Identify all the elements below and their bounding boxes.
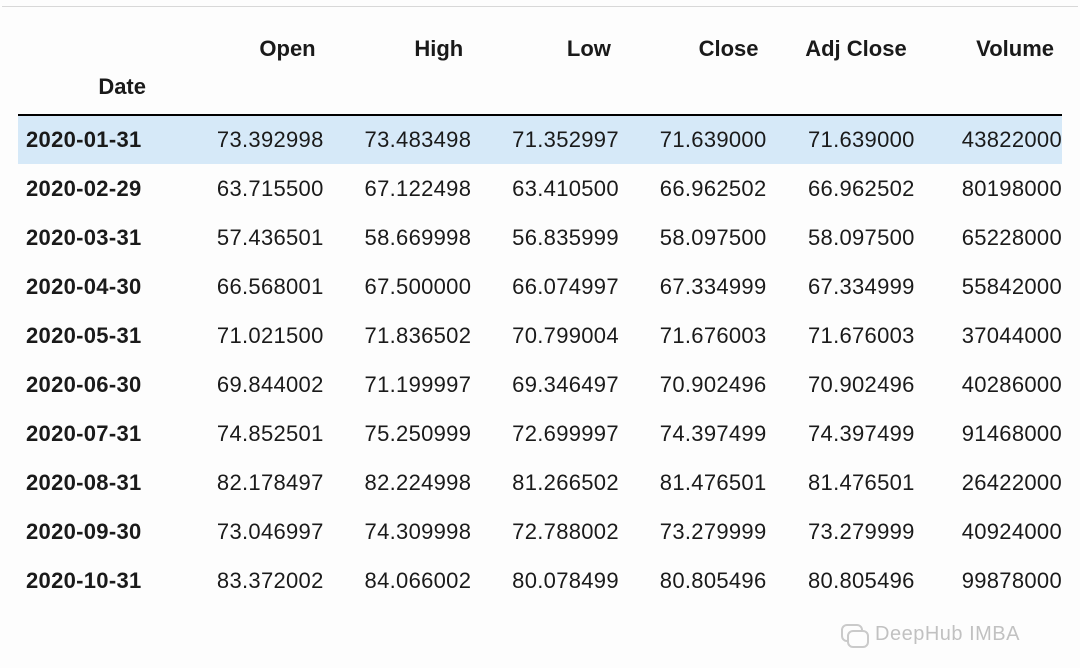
cell-open: 82.178497 bbox=[176, 458, 324, 507]
cell-adj: 81.476501 bbox=[767, 458, 915, 507]
cell-date: 2020-06-30 bbox=[18, 360, 176, 409]
cell-open: 57.436501 bbox=[176, 213, 324, 262]
table-row[interactable]: 2020-05-3171.02150071.83650270.79900471.… bbox=[18, 311, 1062, 360]
cell-high: 67.122498 bbox=[324, 164, 472, 213]
cell-adj: 71.676003 bbox=[767, 311, 915, 360]
table-row[interactable]: 2020-01-3173.39299873.48349871.35299771.… bbox=[18, 115, 1062, 164]
data-table: Date Open High Low Close Adj Close Volum… bbox=[18, 14, 1062, 605]
cell-high: 84.066002 bbox=[324, 556, 472, 605]
cell-open: 74.852501 bbox=[176, 409, 324, 458]
cell-close: 70.902496 bbox=[619, 360, 767, 409]
wechat-icon bbox=[841, 624, 867, 646]
cell-open: 83.372002 bbox=[176, 556, 324, 605]
col-volume: Volume bbox=[915, 14, 1062, 115]
output-top-border bbox=[2, 6, 1078, 7]
table-row[interactable]: 2020-02-2963.71550067.12249863.41050066.… bbox=[18, 164, 1062, 213]
cell-open: 73.046997 bbox=[176, 507, 324, 556]
col-low: Low bbox=[471, 14, 619, 115]
cell-low: 66.074997 bbox=[471, 262, 619, 311]
cell-close: 58.097500 bbox=[619, 213, 767, 262]
cell-adj: 58.097500 bbox=[767, 213, 915, 262]
cell-date: 2020-10-31 bbox=[18, 556, 176, 605]
cell-high: 75.250999 bbox=[324, 409, 472, 458]
cell-high: 58.669998 bbox=[324, 213, 472, 262]
cell-high: 74.309998 bbox=[324, 507, 472, 556]
cell-vol: 55842000 bbox=[915, 262, 1062, 311]
cell-close: 73.279999 bbox=[619, 507, 767, 556]
cell-low: 72.699997 bbox=[471, 409, 619, 458]
col-close: Close bbox=[619, 14, 767, 115]
cell-date: 2020-05-31 bbox=[18, 311, 176, 360]
dataframe-output: Date Open High Low Close Adj Close Volum… bbox=[0, 0, 1080, 668]
cell-vol: 37044000 bbox=[915, 311, 1062, 360]
cell-date: 2020-08-31 bbox=[18, 458, 176, 507]
cell-high: 67.500000 bbox=[324, 262, 472, 311]
table-row[interactable]: 2020-10-3183.37200284.06600280.07849980.… bbox=[18, 556, 1062, 605]
table-row[interactable]: 2020-09-3073.04699774.30999872.78800273.… bbox=[18, 507, 1062, 556]
cell-open: 73.392998 bbox=[176, 115, 324, 164]
cell-low: 70.799004 bbox=[471, 311, 619, 360]
cell-open: 71.021500 bbox=[176, 311, 324, 360]
cell-adj: 71.639000 bbox=[767, 115, 915, 164]
cell-vol: 40286000 bbox=[915, 360, 1062, 409]
cell-adj: 67.334999 bbox=[767, 262, 915, 311]
cell-date: 2020-02-29 bbox=[18, 164, 176, 213]
table-row[interactable]: 2020-08-3182.17849782.22499881.26650281.… bbox=[18, 458, 1062, 507]
cell-close: 71.676003 bbox=[619, 311, 767, 360]
cell-vol: 40924000 bbox=[915, 507, 1062, 556]
cell-open: 63.715500 bbox=[176, 164, 324, 213]
cell-open: 66.568001 bbox=[176, 262, 324, 311]
watermark-text: DeepHub IMBA bbox=[875, 623, 1020, 646]
cell-adj: 66.962502 bbox=[767, 164, 915, 213]
cell-low: 72.788002 bbox=[471, 507, 619, 556]
cell-low: 56.835999 bbox=[471, 213, 619, 262]
cell-high: 71.199997 bbox=[324, 360, 472, 409]
cell-close: 67.334999 bbox=[619, 262, 767, 311]
cell-date: 2020-07-31 bbox=[18, 409, 176, 458]
table-row[interactable]: 2020-03-3157.43650158.66999856.83599958.… bbox=[18, 213, 1062, 262]
col-open: Open bbox=[176, 14, 324, 115]
cell-low: 71.352997 bbox=[471, 115, 619, 164]
cell-low: 80.078499 bbox=[471, 556, 619, 605]
cell-close: 80.805496 bbox=[619, 556, 767, 605]
cell-date: 2020-09-30 bbox=[18, 507, 176, 556]
watermark: DeepHub IMBA bbox=[841, 623, 1020, 646]
cell-close: 74.397499 bbox=[619, 409, 767, 458]
cell-vol: 43822000 bbox=[915, 115, 1062, 164]
cell-adj: 73.279999 bbox=[767, 507, 915, 556]
cell-low: 69.346497 bbox=[471, 360, 619, 409]
index-label: Date bbox=[18, 14, 176, 115]
cell-adj: 80.805496 bbox=[767, 556, 915, 605]
cell-vol: 80198000 bbox=[915, 164, 1062, 213]
cell-vol: 99878000 bbox=[915, 556, 1062, 605]
cell-low: 63.410500 bbox=[471, 164, 619, 213]
table-row[interactable]: 2020-06-3069.84400271.19999769.34649770.… bbox=[18, 360, 1062, 409]
cell-high: 71.836502 bbox=[324, 311, 472, 360]
cell-vol: 91468000 bbox=[915, 409, 1062, 458]
table-body: 2020-01-3173.39299873.48349871.35299771.… bbox=[18, 115, 1062, 605]
table-row[interactable]: 2020-07-3174.85250175.25099972.69999774.… bbox=[18, 409, 1062, 458]
cell-close: 81.476501 bbox=[619, 458, 767, 507]
cell-date: 2020-04-30 bbox=[18, 262, 176, 311]
cell-low: 81.266502 bbox=[471, 458, 619, 507]
cell-open: 69.844002 bbox=[176, 360, 324, 409]
table-row[interactable]: 2020-04-3066.56800167.50000066.07499767.… bbox=[18, 262, 1062, 311]
cell-vol: 26422000 bbox=[915, 458, 1062, 507]
cell-high: 73.483498 bbox=[324, 115, 472, 164]
cell-close: 71.639000 bbox=[619, 115, 767, 164]
cell-adj: 74.397499 bbox=[767, 409, 915, 458]
cell-date: 2020-01-31 bbox=[18, 115, 176, 164]
table-header-row: Date Open High Low Close Adj Close Volum… bbox=[18, 14, 1062, 115]
cell-high: 82.224998 bbox=[324, 458, 472, 507]
cell-date: 2020-03-31 bbox=[18, 213, 176, 262]
cell-adj: 70.902496 bbox=[767, 360, 915, 409]
col-high: High bbox=[324, 14, 472, 115]
col-adjclose: Adj Close bbox=[767, 14, 915, 115]
cell-vol: 65228000 bbox=[915, 213, 1062, 262]
cell-close: 66.962502 bbox=[619, 164, 767, 213]
